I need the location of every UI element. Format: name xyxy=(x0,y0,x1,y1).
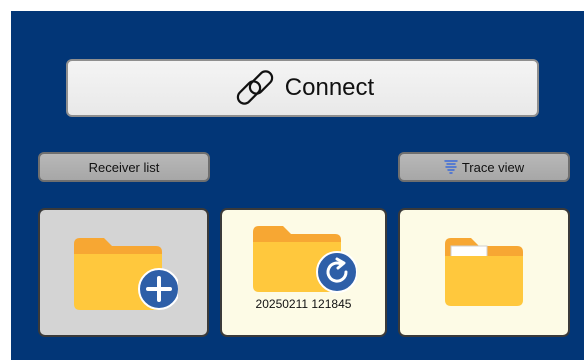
receiver-list-label: Receiver list xyxy=(88,159,160,175)
open-folder-tile[interactable] xyxy=(398,208,570,337)
recent-session-caption: 20250211 121845 xyxy=(255,297,352,311)
link-icon xyxy=(231,67,279,109)
connect-button[interactable]: Connect xyxy=(66,59,539,117)
app-panel: Connect Receiver list Trace view 2025021… xyxy=(11,11,584,360)
trace-view-label: Trace view xyxy=(461,159,525,175)
window-frame: Connect Receiver list Trace view 2025021… xyxy=(0,0,584,360)
new-folder-tile[interactable] xyxy=(38,208,209,337)
signal-icon xyxy=(444,159,458,175)
folder-sync-icon xyxy=(253,226,357,293)
receiver-list-button[interactable]: Receiver list xyxy=(38,152,210,182)
trace-view-button[interactable]: Trace view xyxy=(398,152,570,182)
folder-add-icon xyxy=(74,238,178,310)
recent-session-tile[interactable]: 20250211 121845 xyxy=(220,208,387,337)
connect-label: Connect xyxy=(284,74,375,101)
folder-open-icon xyxy=(445,238,523,306)
